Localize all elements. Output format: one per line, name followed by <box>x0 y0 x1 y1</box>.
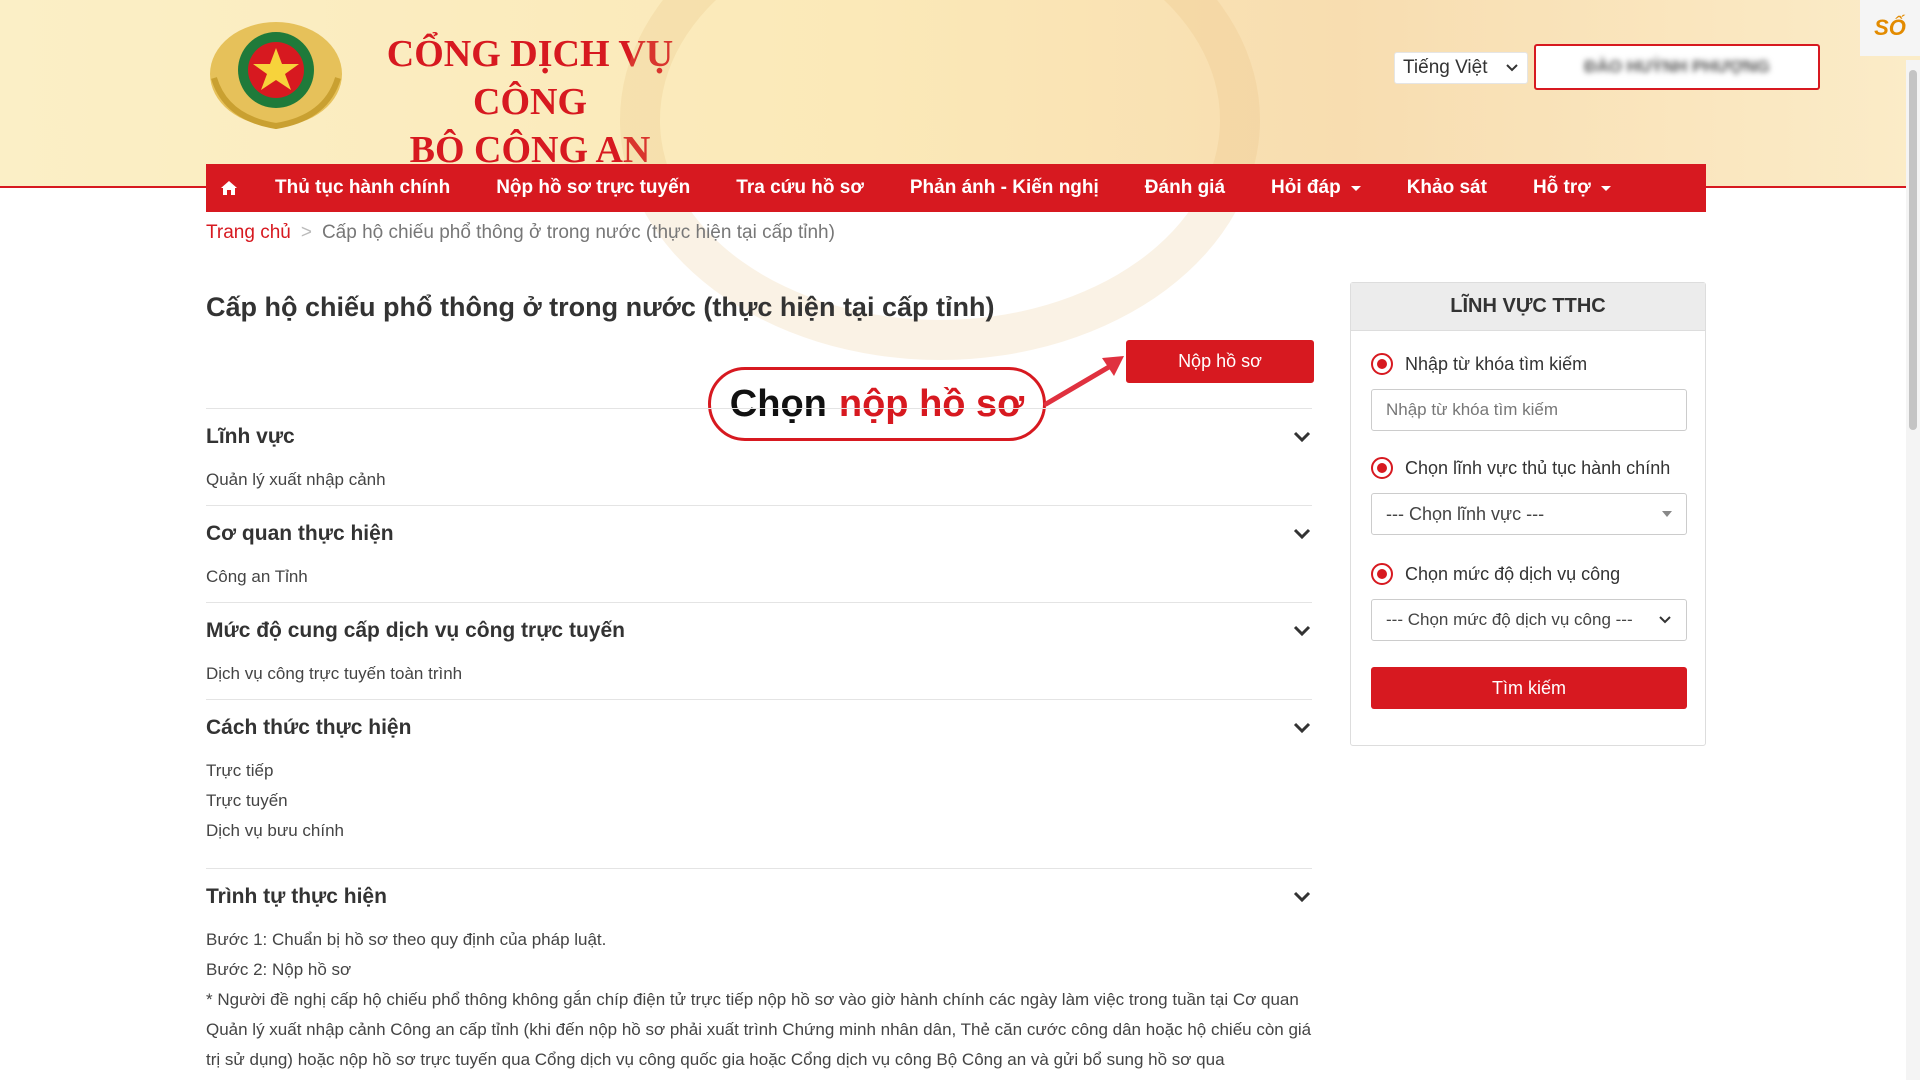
section-title: Cơ quan thực hiện <box>206 522 394 545</box>
section-header[interactable]: Lĩnh vực <box>206 409 1312 465</box>
section-cach-thuc: Cách thức thực hiện Trực tiếp Trực tuyến… <box>206 699 1312 846</box>
caret-down-icon <box>1350 185 1361 191</box>
chevron-down-icon[interactable] <box>1292 887 1312 907</box>
radio-button[interactable] <box>1371 353 1393 375</box>
caret-down-icon <box>1600 185 1611 191</box>
section-body: Quản lý xuất nhập cảnh <box>206 465 1312 495</box>
sidebar-title: LĨNH VỰC TTHC <box>1351 283 1705 331</box>
chevron-down-icon <box>1506 64 1518 72</box>
language-select[interactable]: Tiếng Việt <box>1394 52 1528 84</box>
radio-button[interactable] <box>1371 457 1393 479</box>
section-title: Lĩnh vực <box>206 425 295 448</box>
section-header[interactable]: Cơ quan thực hiện <box>206 506 1312 562</box>
section-line: Trực tuyến <box>206 791 288 810</box>
field-select[interactable]: --- Chọn lĩnh vực --- <box>1371 493 1687 535</box>
section-body: Bước 1: Chuẩn bị hồ sơ theo quy định của… <box>206 925 1312 1075</box>
section-linh-vuc: Lĩnh vực Quản lý xuất nhập cảnh <box>206 408 1312 495</box>
section-co-quan: Cơ quan thực hiện Công an Tỉnh <box>206 505 1312 592</box>
radio-label: Chọn lĩnh vực thủ tục hành chính <box>1405 457 1671 478</box>
nav-item-nop-ho-so[interactable]: Nộp hồ sơ trực tuyến <box>473 164 713 212</box>
level-select[interactable]: --- Chọn mức độ dịch vụ công --- <box>1371 599 1687 641</box>
section-header[interactable]: Cách thức thực hiện <box>206 700 1312 756</box>
section-line: Bước 2: Nộp hồ sơ <box>206 960 352 979</box>
user-account-button[interactable]: ĐÀO HUỲNH PHƯỢNG <box>1534 44 1820 90</box>
section-muc-do: Mức độ cung cấp dịch vụ công trực tuyến … <box>206 602 1312 689</box>
chevron-down-icon <box>1659 616 1671 624</box>
breadcrumb-separator: > <box>300 222 312 243</box>
section-line: Trực tiếp <box>206 761 274 780</box>
radio-label: Chọn mức độ dịch vụ công <box>1405 563 1621 584</box>
chevron-down-icon[interactable] <box>1292 427 1312 447</box>
nav-item-phan-anh[interactable]: Phản ánh - Kiến nghị <box>887 164 1122 212</box>
nav-item-hoi-dap[interactable]: Hỏi đáp <box>1248 164 1384 212</box>
nav-home[interactable] <box>206 164 252 212</box>
nav-item-label: Hỗ trợ <box>1532 177 1591 198</box>
section-body: Dịch vụ công trực tuyến toàn trình <box>206 659 1312 689</box>
breadcrumb: Trang chủ > Cấp hộ chiếu phổ thông ở tro… <box>206 222 835 244</box>
radio-field[interactable]: Chọn lĩnh vực thủ tục hành chính <box>1371 457 1670 479</box>
police-emblem-logo[interactable] <box>206 18 346 130</box>
radio-keyword[interactable]: Nhập từ khóa tìm kiếm <box>1371 353 1587 375</box>
nav-item-label: Đánh giá <box>1144 177 1226 198</box>
section-line: * Người đề nghị cấp hộ chiếu phổ thông k… <box>206 990 1312 1069</box>
nav-item-danh-gia[interactable]: Đánh giá <box>1122 164 1248 212</box>
nav-item-label: Khảo sát <box>1406 177 1487 198</box>
section-title: Cách thức thực hiện <box>206 716 412 739</box>
section-body: Công an Tỉnh <box>206 562 1312 592</box>
nav-item-label: Hỏi đáp <box>1271 177 1341 198</box>
nav-item-label: Thủ tục hành chính <box>275 177 451 198</box>
nav-item-label: Nộp hồ sơ trực tuyến <box>496 177 691 198</box>
site-title-line1: CỔNG DỊCH VỤ CÔNG <box>386 33 674 123</box>
radio-button[interactable] <box>1371 563 1393 585</box>
keyword-placeholder: Nhập từ khóa tìm kiếm <box>1386 400 1559 419</box>
section-line: Quản lý xuất nhập cảnh <box>206 470 386 489</box>
caret-down-icon <box>1662 511 1672 517</box>
nav-item-khao-sat[interactable]: Khảo sát <box>1384 164 1510 212</box>
chevron-down-icon[interactable] <box>1292 718 1312 738</box>
section-trinh-tu: Trình tự thực hiện Bước 1: Chuẩn bị hồ s… <box>206 868 1312 1075</box>
chevron-down-icon[interactable] <box>1292 524 1312 544</box>
section-title: Trình tự thực hiện <box>206 885 387 908</box>
breadcrumb-home[interactable]: Trang chủ <box>206 222 291 244</box>
section-line: Dịch vụ bưu chính <box>206 821 345 840</box>
keyword-search-input[interactable]: Nhập từ khóa tìm kiếm <box>1371 389 1687 431</box>
submit-dossier-button[interactable]: Nộp hồ sơ <box>1126 340 1314 383</box>
nav-item-tra-cuu[interactable]: Tra cứu hồ sơ <box>713 164 887 212</box>
section-line: Dịch vụ công trực tuyến toàn trình <box>206 664 463 683</box>
site-title[interactable]: CỔNG DỊCH VỤ CÔNG BỘ CÔNG AN <box>360 30 700 174</box>
annotation-arrow-icon <box>1043 356 1124 407</box>
scrollbar-thumb[interactable] <box>1909 70 1917 430</box>
section-line: Công an Tỉnh <box>206 567 308 586</box>
nav-item-label: Tra cứu hồ sơ <box>736 177 864 198</box>
sidebar-filter: LĨNH VỰC TTHC Nhập từ khóa tìm kiếm Nhập… <box>1350 282 1706 746</box>
section-header[interactable]: Trình tự thực hiện <box>206 869 1312 925</box>
main-nav: Thủ tục hành chính Nộp hồ sơ trực tuyến … <box>206 164 1706 212</box>
home-icon <box>221 181 237 195</box>
breadcrumb-current: Cấp hộ chiếu phổ thông ở trong nước (thự… <box>321 222 835 243</box>
language-label: Tiếng Việt <box>1403 57 1488 78</box>
search-button[interactable]: Tìm kiếm <box>1371 667 1687 709</box>
level-select-value: --- Chọn mức độ dịch vụ công --- <box>1386 610 1633 629</box>
nav-item-thu-tuc[interactable]: Thủ tục hành chính <box>252 164 473 212</box>
corner-badge-label: SỐ <box>1874 15 1906 40</box>
nav-item-label: Phản ánh - Kiến nghị <box>909 177 1099 198</box>
page-title: Cấp hộ chiếu phổ thông ở trong nước (thự… <box>206 292 995 322</box>
page-scrollbar[interactable] <box>1906 60 1920 1080</box>
section-body: Trực tiếp Trực tuyến Dịch vụ bưu chính <box>206 756 1312 846</box>
section-header[interactable]: Mức độ cung cấp dịch vụ công trực tuyến <box>206 603 1312 659</box>
section-title: Mức độ cung cấp dịch vụ công trực tuyến <box>206 619 625 642</box>
site-header: CỔNG DỊCH VỤ CÔNG BỘ CÔNG AN Tiếng Việt … <box>0 0 1920 360</box>
nav-item-ho-tro[interactable]: Hỗ trợ <box>1510 164 1634 212</box>
section-line: Bước 1: Chuẩn bị hồ sơ theo quy định của… <box>206 930 607 949</box>
corner-badge[interactable]: SỐ <box>1860 0 1920 56</box>
radio-level[interactable]: Chọn mức độ dịch vụ công <box>1371 563 1620 585</box>
chevron-down-icon[interactable] <box>1292 621 1312 641</box>
field-select-value: --- Chọn lĩnh vực --- <box>1386 503 1545 524</box>
user-name: ĐÀO HUỲNH PHƯỢNG <box>1584 57 1770 76</box>
radio-label: Nhập từ khóa tìm kiếm <box>1405 353 1588 374</box>
